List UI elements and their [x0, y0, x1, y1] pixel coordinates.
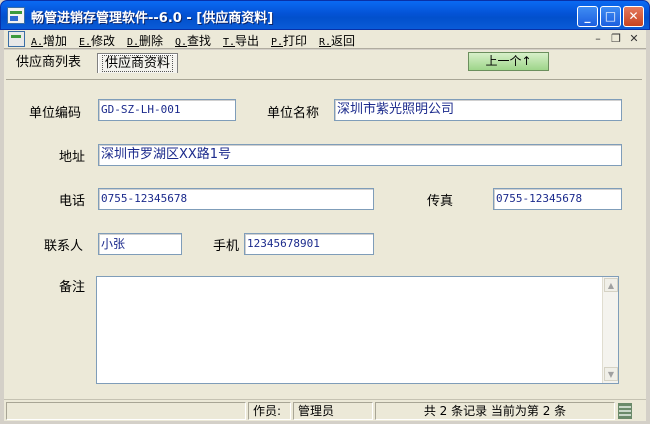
menu-delete[interactable]: D.删除 — [127, 32, 163, 49]
status-cell-blank — [6, 402, 246, 420]
close-button[interactable]: ✕ — [623, 6, 644, 27]
phone-label: 电话 — [59, 194, 86, 209]
minimize-button[interactable]: _ — [577, 6, 598, 27]
client-area: 供应商列表 供应商资料 上一个↑ 单位编码 GD-SZ-LH-001 单位名称 … — [4, 50, 646, 420]
memo-textarea[interactable]: ▲ ▼ — [96, 276, 619, 384]
contact-label: 联系人 — [44, 239, 84, 254]
app-icon — [7, 7, 25, 24]
document-icon[interactable] — [8, 31, 25, 47]
menu-print[interactable]: P.打印 — [271, 32, 307, 49]
tab-supplier-detail-label: 供应商资料 — [102, 55, 174, 72]
fax-field[interactable]: 0755-12345678 — [493, 188, 622, 210]
record-info: 共 2 条记录 当前为第 2 条 — [375, 402, 615, 420]
menu-export[interactable]: T.导出 — [223, 32, 259, 49]
address-label: 地址 — [59, 150, 86, 165]
previous-record-button[interactable]: 上一个↑ — [468, 52, 549, 71]
mdi-close-icon[interactable]: ✕ — [627, 32, 641, 46]
menu-bar: A.增加 E.修改 D.删除 Q.查找 T.导出 P.打印 R.返回 – ❐ ✕ — [4, 30, 646, 49]
phone-field[interactable]: 0755-12345678 — [98, 188, 374, 210]
maximize-button[interactable]: □ — [600, 6, 621, 27]
contact-field[interactable]: 小张 — [98, 233, 182, 255]
operator-label: 作员: — [248, 402, 291, 420]
menu-find[interactable]: Q.查找 — [175, 32, 211, 49]
code-field[interactable]: GD-SZ-LH-001 — [98, 99, 236, 121]
tab-supplier-list[interactable]: 供应商列表 — [12, 53, 85, 73]
address-field[interactable]: 深圳市罗湖区XX路1号 — [98, 144, 622, 166]
scroll-up-icon[interactable]: ▲ — [604, 278, 618, 292]
window-title: 畅管进销存管理软件--6.0 - [供应商资料] — [31, 11, 274, 26]
tab-supplier-detail[interactable]: 供应商资料 — [97, 53, 179, 73]
menu-return[interactable]: R.返回 — [319, 32, 355, 49]
status-bar: 作员: 管理员 共 2 条记录 当前为第 2 条 — [4, 399, 646, 421]
menu-add[interactable]: A.增加 — [31, 32, 67, 49]
code-label: 单位编码 — [29, 106, 82, 121]
title-bar: 畅管进销存管理软件--6.0 - [供应商资料] _ □ ✕ — [0, 0, 650, 30]
name-label: 单位名称 — [267, 106, 320, 121]
fax-label: 传真 — [427, 194, 454, 209]
operator-value: 管理员 — [293, 402, 373, 420]
memo-label: 备注 — [59, 280, 86, 295]
mdi-restore-icon[interactable]: ❐ — [609, 32, 623, 46]
name-field[interactable]: 深圳市紫光照明公司 — [334, 99, 622, 121]
mobile-label: 手机 — [213, 239, 240, 254]
resize-grip-icon[interactable] — [618, 403, 632, 419]
mobile-field[interactable]: 12345678901 — [244, 233, 374, 255]
menu-edit[interactable]: E.修改 — [79, 32, 115, 49]
scroll-down-icon[interactable]: ▼ — [604, 367, 618, 381]
memo-scrollbar[interactable]: ▲ ▼ — [602, 277, 618, 383]
mdi-minimize-icon[interactable]: – — [591, 32, 605, 46]
